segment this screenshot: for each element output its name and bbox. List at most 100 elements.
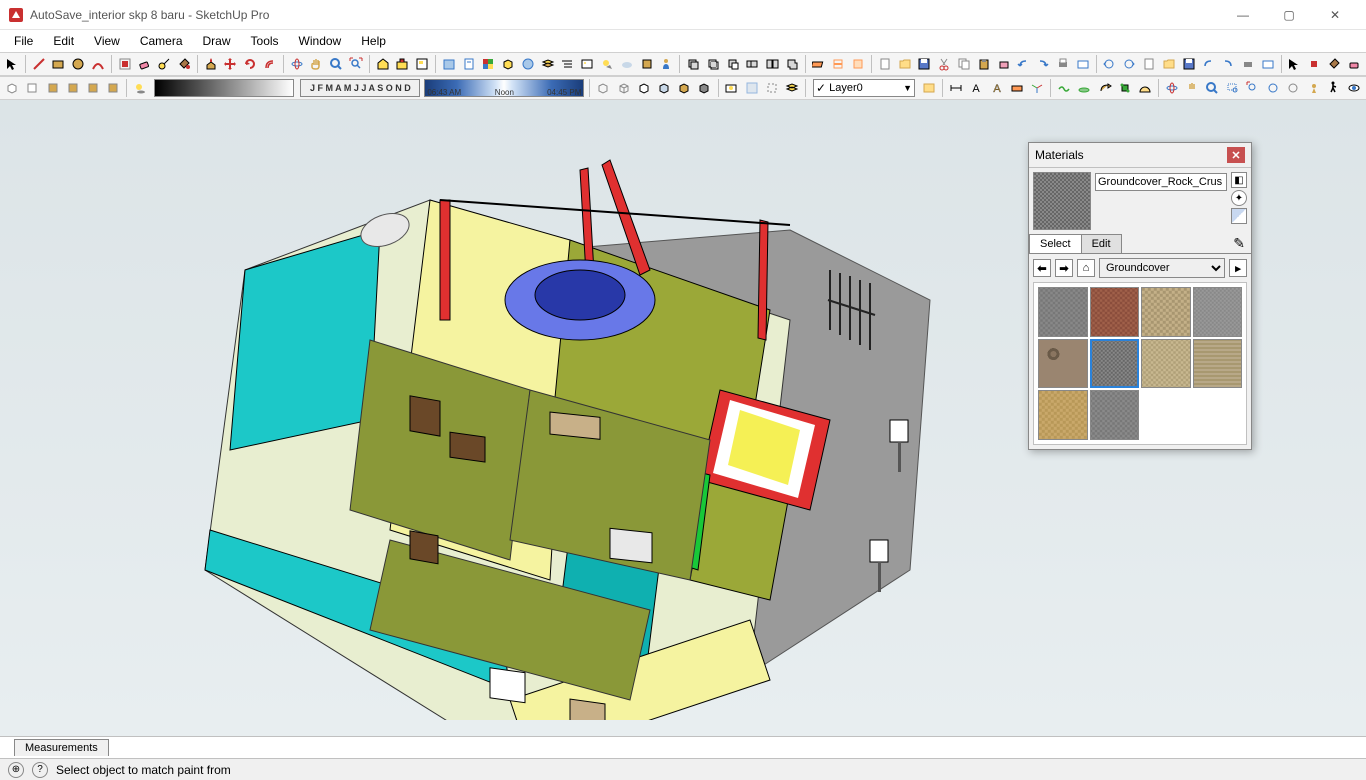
orbit-tool-icon[interactable] [288, 54, 306, 74]
open-file-dup-icon[interactable] [1160, 54, 1178, 74]
eyedropper-icon[interactable]: ✎ [1233, 235, 1245, 252]
materials-nav-forward-button[interactable]: ➡ [1055, 259, 1073, 277]
make-component-2-icon[interactable] [1305, 54, 1323, 74]
line-tool-icon[interactable] [30, 54, 48, 74]
match-photo-icon[interactable] [722, 78, 740, 98]
text-tool-icon[interactable]: A [967, 78, 985, 98]
look-around-icon[interactable] [1345, 78, 1363, 98]
print-dup-icon[interactable] [1239, 54, 1257, 74]
select-tool-icon[interactable] [3, 54, 21, 74]
scale-tool-icon[interactable] [1116, 78, 1134, 98]
shaded-style-icon[interactable] [655, 78, 673, 98]
right-view-icon[interactable] [64, 78, 82, 98]
cut-icon[interactable] [935, 54, 953, 74]
model-info-icon[interactable] [440, 54, 458, 74]
paste-icon[interactable] [975, 54, 993, 74]
month-slider[interactable]: J F M A M J J A S O N D [300, 79, 420, 97]
copy-icon[interactable] [955, 54, 973, 74]
materials-category-select[interactable]: Groundcover [1099, 258, 1225, 278]
material-swatch[interactable] [1141, 339, 1191, 389]
material-name-input[interactable] [1095, 173, 1227, 191]
zoom-window-icon[interactable] [1224, 78, 1242, 98]
3d-text-icon[interactable]: A [988, 78, 1006, 98]
layers-panel-icon[interactable] [539, 54, 557, 74]
menu-view[interactable]: View [84, 32, 130, 50]
material-swatch[interactable] [1193, 287, 1243, 337]
new-file-dup-icon[interactable] [1140, 54, 1158, 74]
credits-icon[interactable]: ? [32, 762, 48, 778]
material-swatch[interactable] [1090, 339, 1140, 389]
print-icon[interactable] [1054, 54, 1072, 74]
layout-icon[interactable] [413, 54, 431, 74]
shadows-panel-icon[interactable] [598, 54, 616, 74]
walk-tool-icon[interactable] [1325, 78, 1343, 98]
current-material-swatch[interactable] [1033, 172, 1091, 230]
paint-bucket-icon[interactable] [175, 54, 193, 74]
transparency-icon[interactable] [743, 78, 761, 98]
move-tool-icon[interactable] [221, 54, 239, 74]
menu-window[interactable]: Window [289, 32, 352, 50]
undo-icon[interactable] [1015, 54, 1033, 74]
orbit-2-icon[interactable] [1163, 78, 1181, 98]
sandbox-smoove-icon[interactable] [1075, 78, 1093, 98]
material-swatch[interactable] [1090, 390, 1140, 440]
paint-bucket-2-icon[interactable] [1325, 54, 1343, 74]
maximize-button[interactable]: ▢ [1266, 0, 1312, 30]
fog-panel-icon[interactable] [618, 54, 636, 74]
time-slider[interactable]: 06:43 AM Noon 04:45 PM [424, 79, 584, 97]
arc-tool-icon[interactable] [89, 54, 107, 74]
offset-tool-icon[interactable] [261, 54, 279, 74]
model-settings-dup-icon[interactable] [1259, 54, 1277, 74]
redo-dup-icon[interactable] [1219, 54, 1237, 74]
default-material-button[interactable] [1231, 208, 1247, 224]
styles-panel-icon[interactable] [519, 54, 537, 74]
undo-dup-icon[interactable] [1200, 54, 1218, 74]
section-cut-icon[interactable] [849, 54, 867, 74]
menu-edit[interactable]: Edit [43, 32, 84, 50]
circle-tool-icon[interactable] [69, 54, 87, 74]
entity-info-icon[interactable] [460, 54, 478, 74]
xray-style-icon[interactable] [594, 78, 612, 98]
menu-camera[interactable]: Camera [130, 32, 193, 50]
layer-name-input[interactable] [829, 82, 899, 94]
select-tool-2-icon[interactable] [1286, 54, 1304, 74]
warehouse-icon[interactable] [374, 54, 392, 74]
dim-tool-icon[interactable] [947, 78, 965, 98]
left-view-icon[interactable] [104, 78, 122, 98]
solid-trim-icon[interactable] [744, 54, 762, 74]
solid-union-icon[interactable] [684, 54, 702, 74]
zoom-extents-icon[interactable] [347, 54, 365, 74]
layer-dropdown-arrow-icon[interactable]: ▼ [903, 83, 912, 93]
rectangle-tool-icon[interactable] [49, 54, 67, 74]
materials-panel-close-button[interactable]: ✕ [1227, 147, 1245, 163]
monochrome-style-icon[interactable] [695, 78, 713, 98]
viewport-3d[interactable]: Materials ✕ ◧ ✦ Select Edit ✎ ⬅ ➡ ⌂ Grou… [0, 100, 1366, 736]
save-file-icon[interactable] [916, 54, 934, 74]
next-view-icon[interactable] [1284, 78, 1302, 98]
layer-manager-icon[interactable] [920, 78, 938, 98]
eraser-tool-icon[interactable] [135, 54, 153, 74]
rotate-tool-icon[interactable] [241, 54, 259, 74]
menu-file[interactable]: File [4, 32, 43, 50]
new-file-icon[interactable] [876, 54, 894, 74]
camera-undo-icon[interactable] [1101, 54, 1119, 74]
section-plane-icon[interactable] [810, 54, 828, 74]
components-panel-icon[interactable] [499, 54, 517, 74]
geo-location-icon[interactable]: ⊕ [8, 762, 24, 778]
followme-icon[interactable] [1095, 78, 1113, 98]
materials-panel-header[interactable]: Materials ✕ [1029, 143, 1251, 168]
material-swatch[interactable] [1193, 339, 1243, 389]
solid-intersect-icon[interactable] [704, 54, 722, 74]
camera-redo-icon[interactable] [1120, 54, 1138, 74]
prev-view-icon[interactable] [1264, 78, 1282, 98]
measurements-tab[interactable]: Measurements [14, 739, 109, 756]
make-component-icon[interactable] [116, 54, 134, 74]
pan-2-icon[interactable] [1183, 78, 1201, 98]
zoom-2-icon[interactable] [1203, 78, 1221, 98]
erase-selection-icon[interactable] [995, 54, 1013, 74]
menu-draw[interactable]: Draw [193, 32, 241, 50]
zoom-tool-icon[interactable] [327, 54, 345, 74]
materials-details-button[interactable]: ▸ [1229, 259, 1247, 277]
menu-help[interactable]: Help [351, 32, 396, 50]
display-second-pane-button[interactable]: ◧ [1231, 172, 1247, 188]
